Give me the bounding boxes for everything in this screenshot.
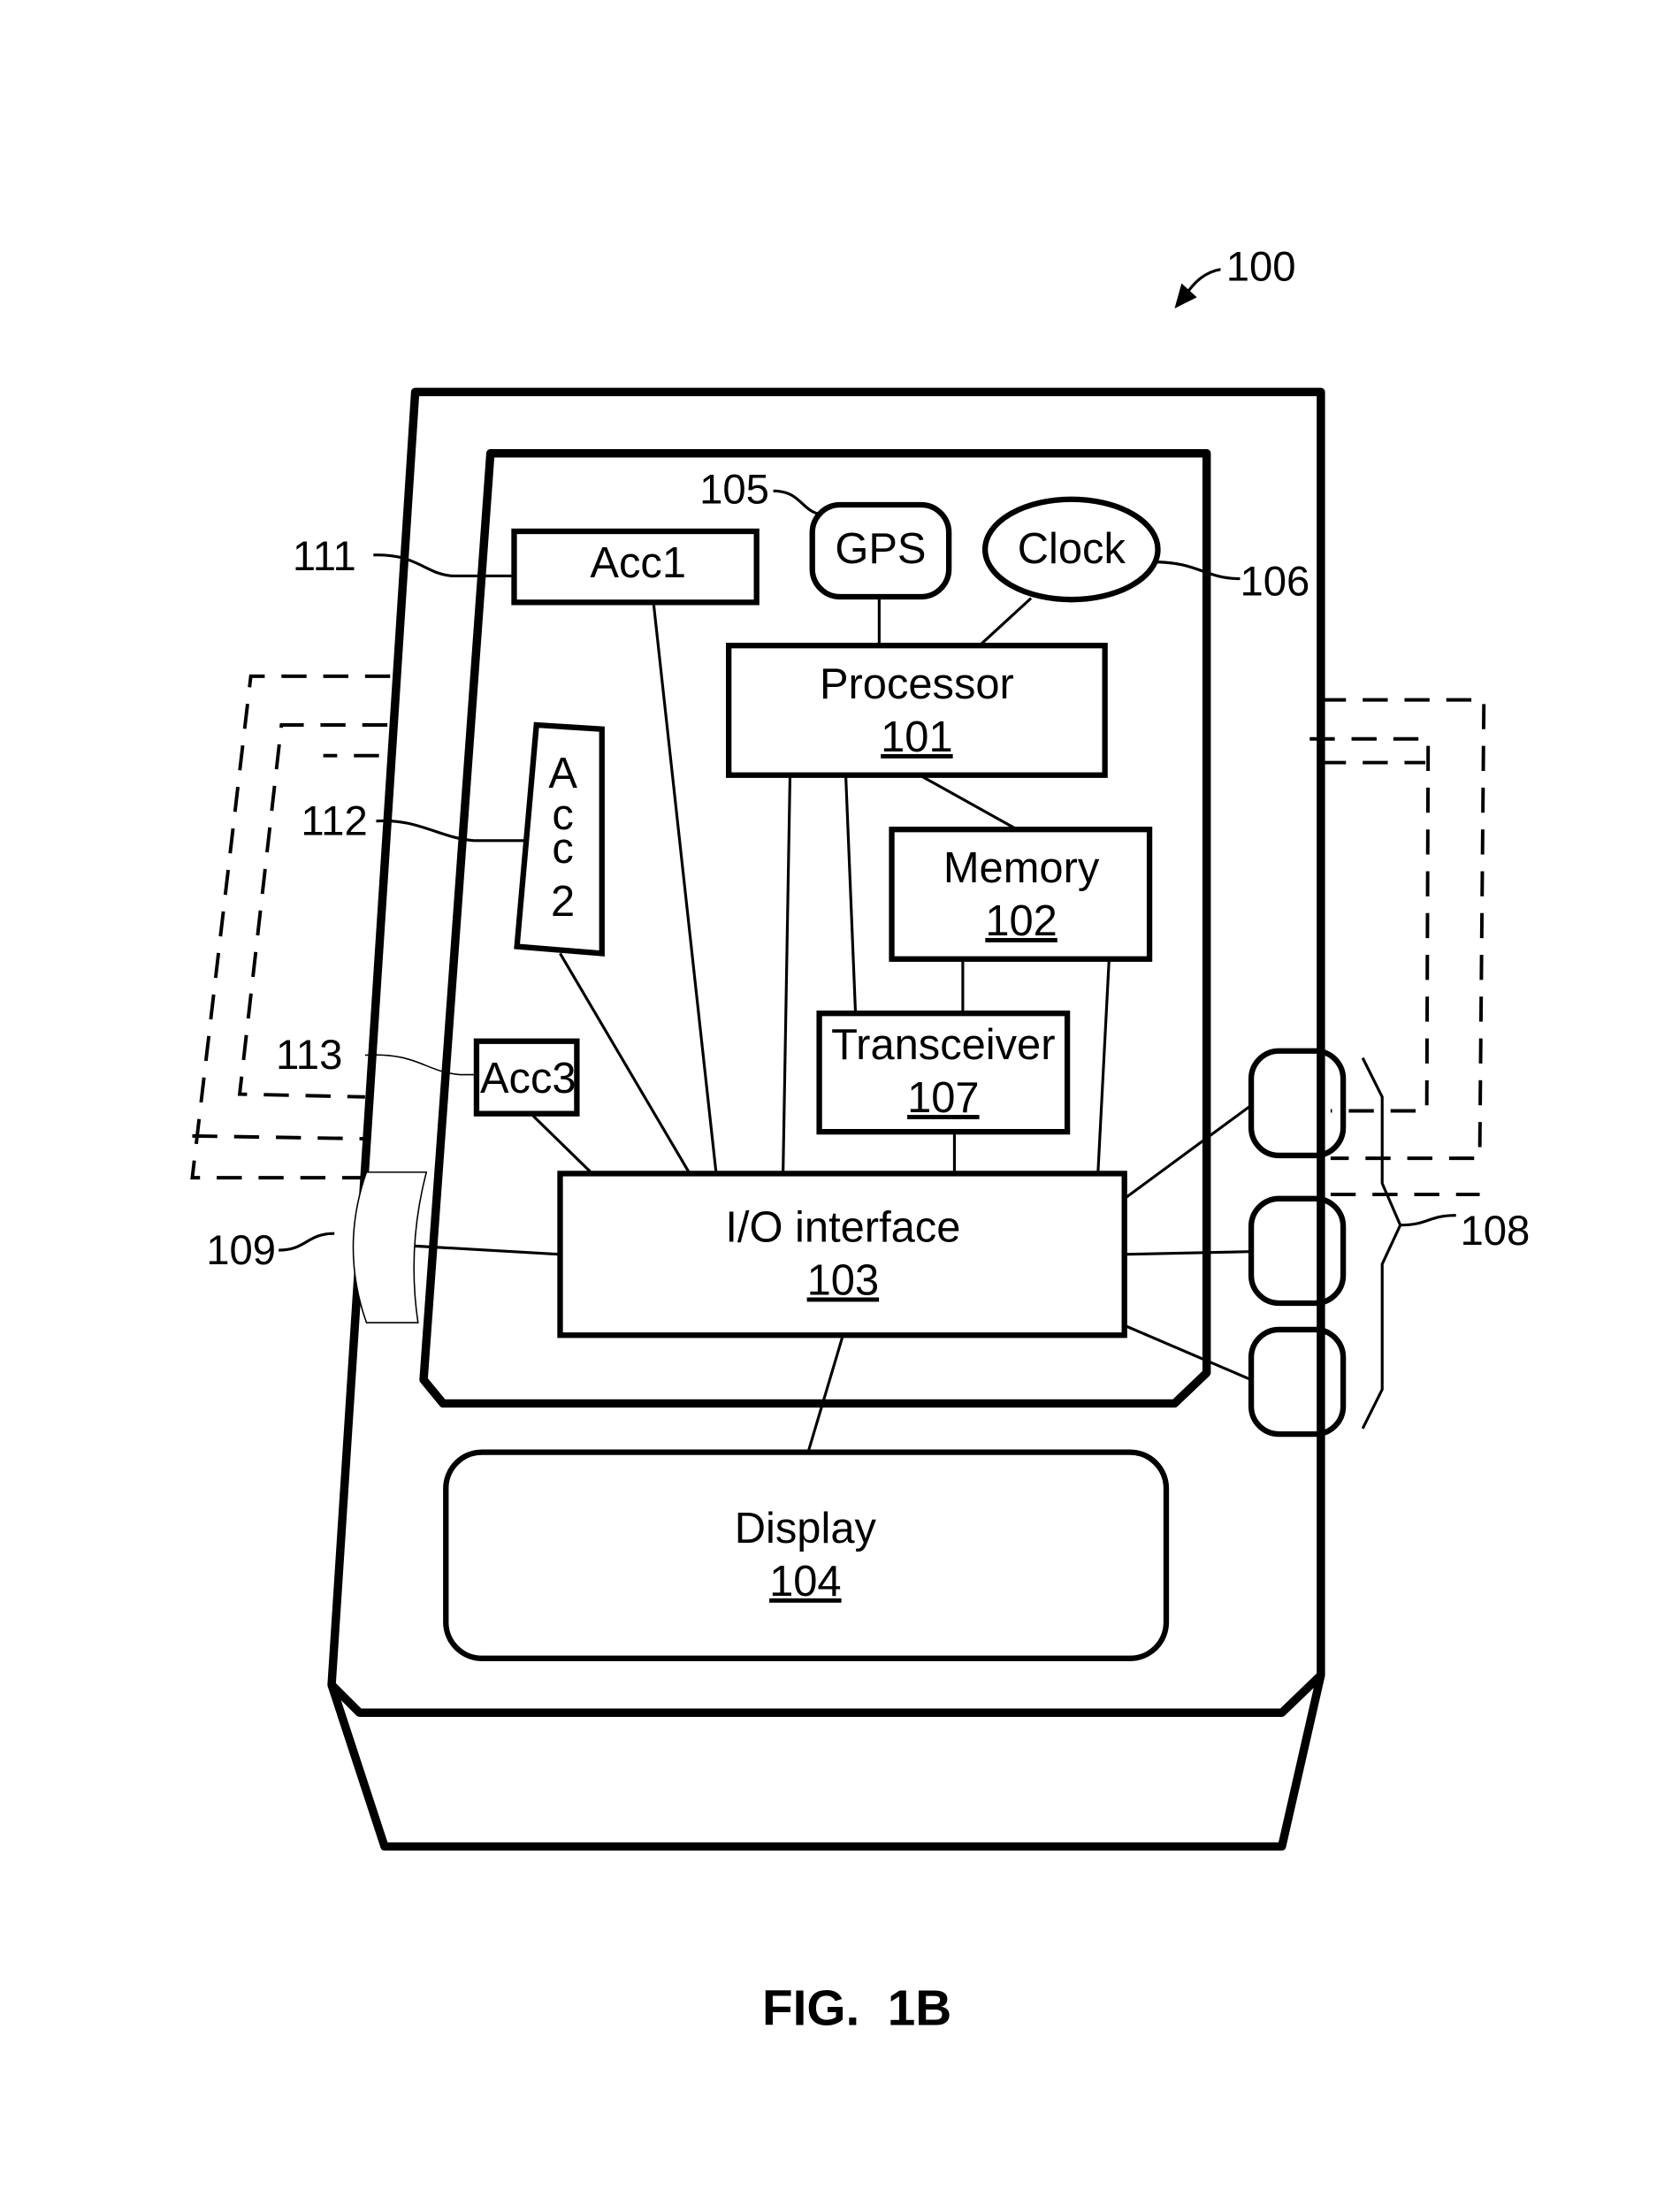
clock-ref: 106 xyxy=(1240,558,1309,605)
display-box xyxy=(443,1449,1170,1661)
button-2[interactable] xyxy=(1248,1195,1347,1307)
io-label: I/O interface xyxy=(725,1204,960,1252)
gps-ref: 105 xyxy=(699,466,769,513)
acc2-char-2: c xyxy=(552,825,573,873)
transceiver-ref: 107 xyxy=(907,1074,980,1122)
acc1-ref: 111 xyxy=(293,533,356,580)
patent-figure: 100 Acc1 111 A c c 2 112 Acc3 113 GPS 10… xyxy=(190,243,1530,2036)
io-box xyxy=(557,1171,1127,1339)
device-ref-arrow xyxy=(1174,268,1221,309)
figure-caption: FIG. 1B xyxy=(762,1980,951,2036)
acc1-label: Acc1 xyxy=(590,539,686,587)
button-3[interactable] xyxy=(1248,1326,1347,1438)
processor-label: Processor xyxy=(820,660,1014,708)
device-ref-label: 100 xyxy=(1226,243,1296,290)
io-ref: 103 xyxy=(807,1257,880,1305)
buttons-brace xyxy=(1361,1056,1402,1430)
processor-ref: 101 xyxy=(881,713,953,761)
buttons-ref: 108 xyxy=(1460,1208,1530,1255)
button-1[interactable] xyxy=(1248,1048,1347,1159)
acc3-ref: 113 xyxy=(276,1032,342,1079)
memory-label: Memory xyxy=(943,844,1100,892)
device-base xyxy=(327,1674,1325,1851)
left-strap-dashed xyxy=(190,674,391,1180)
right-strap-dashed xyxy=(1309,698,1486,1197)
acc2-ref: 112 xyxy=(301,798,367,845)
memory-ref: 102 xyxy=(985,897,1057,945)
display-label: Display xyxy=(735,1505,877,1552)
clock-label: Clock xyxy=(1018,525,1126,573)
acc2-char-3: 2 xyxy=(551,878,575,926)
acc2-char-0: A xyxy=(548,750,577,797)
transceiver-label: Transceiver xyxy=(831,1021,1055,1069)
gps-label: GPS xyxy=(835,525,926,573)
connector-ref: 109 xyxy=(206,1227,276,1274)
display-ref: 104 xyxy=(769,1558,842,1606)
acc3-label: Acc3 xyxy=(480,1055,576,1102)
